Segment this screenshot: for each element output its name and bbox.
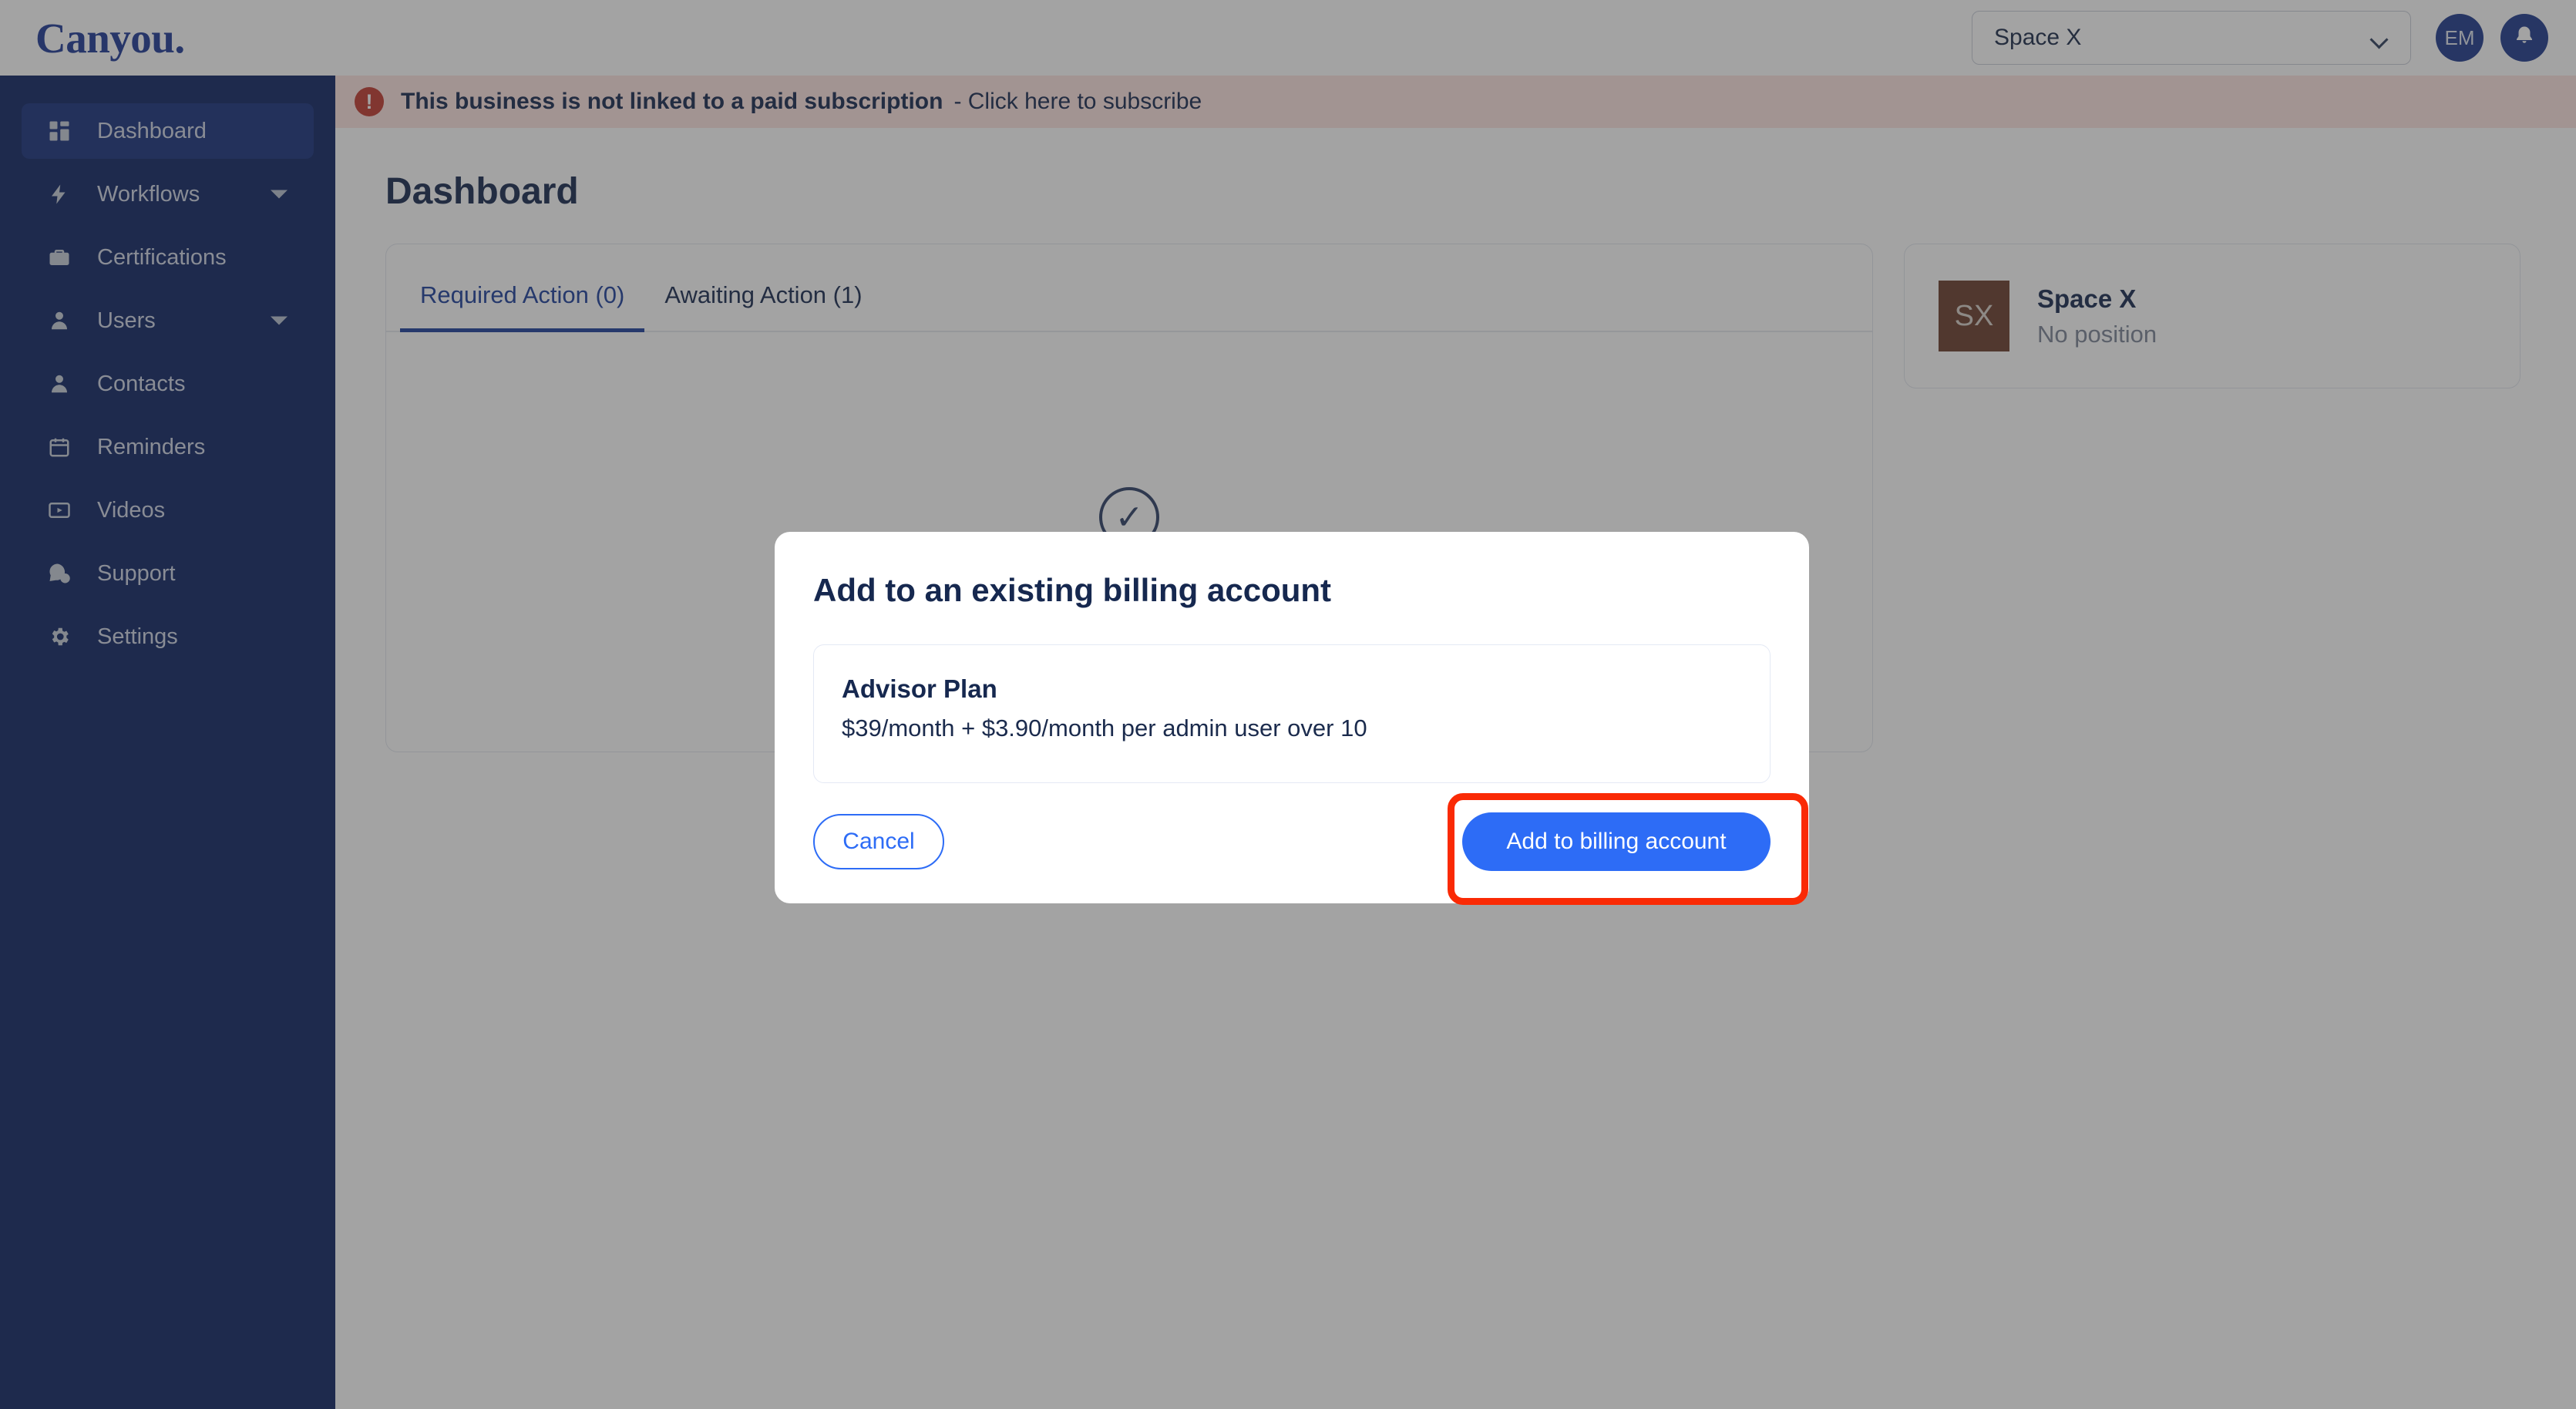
modal-title: Add to an existing billing account [813,572,1332,608]
plan-price: $39/month + $3.90/month per admin user o… [842,715,1367,741]
modal-actions: Cancel Add to billing account [813,812,1771,871]
app-root: Canyou. Dashboard Workflows Certificatio… [0,0,2576,1409]
plan-option-card[interactable]: Advisor Plan $39/month + $3.90/month per… [813,644,1771,783]
add-billing-account-modal: Add to an existing billing account Advis… [775,532,1809,903]
plan-name: Advisor Plan [842,674,997,703]
cancel-button[interactable]: Cancel [813,814,944,869]
add-to-billing-account-button[interactable]: Add to billing account [1462,812,1771,871]
